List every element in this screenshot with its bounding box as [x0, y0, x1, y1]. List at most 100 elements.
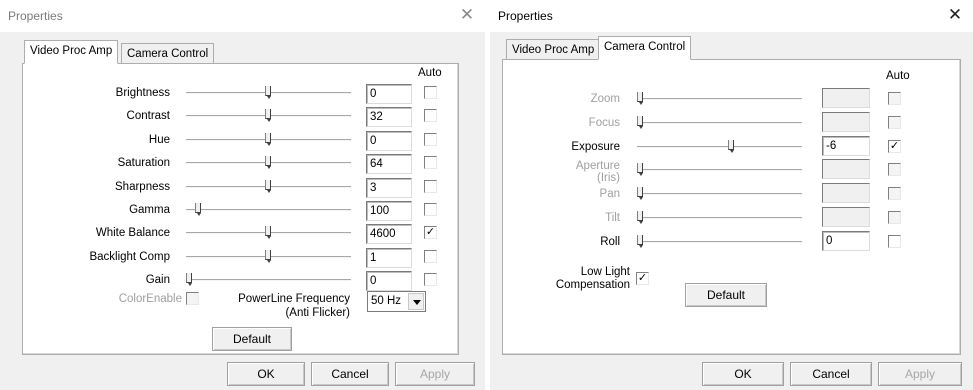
brightness-value-field[interactable]: 0	[366, 84, 412, 104]
pan-slider	[637, 187, 802, 200]
backlight-comp-slider-thumb[interactable]	[265, 250, 271, 263]
roll-auto-checkbox[interactable]	[888, 235, 901, 248]
saturation-value-field[interactable]: 64	[366, 154, 412, 174]
low-light-compensation-checkbox[interactable]: ✓	[636, 272, 649, 285]
white-balance-slider[interactable]	[186, 226, 351, 239]
exposure-value-field[interactable]: -6	[822, 136, 870, 156]
gamma-value-field[interactable]: 100	[366, 201, 412, 221]
hue-slider[interactable]	[186, 133, 351, 146]
aperture-slider	[637, 163, 802, 176]
gain-auto-checkbox[interactable]	[424, 273, 437, 286]
color-enable-label: ColorEnable	[118, 293, 182, 305]
zoom-value-field	[822, 88, 870, 108]
color-enable-checkbox[interactable]	[186, 292, 199, 305]
default-button[interactable]: Default	[685, 283, 767, 307]
zoom-label: Zoom	[590, 93, 620, 105]
roll-value-field[interactable]: 0	[822, 231, 870, 251]
ok-button[interactable]: OK	[702, 362, 784, 386]
focus-slider-thumb	[637, 116, 643, 129]
exposure-label: Exposure	[571, 141, 620, 153]
powerline-frequency-label: PowerLine Frequency	[238, 293, 350, 305]
hue-auto-checkbox[interactable]	[424, 133, 437, 146]
white-balance-value-field[interactable]: 4600	[366, 224, 412, 244]
exposure-slider-thumb[interactable]	[728, 140, 734, 153]
properties-dialog-camera: Properties ✕ Video Proc Amp Camera Contr…	[490, 0, 973, 390]
contrast-value-field[interactable]: 32	[366, 107, 412, 127]
hue-value-field[interactable]: 0	[366, 131, 412, 151]
backlight-comp-auto-checkbox[interactable]	[424, 250, 437, 263]
gamma-slider-thumb[interactable]	[195, 203, 201, 216]
tilt-label: Tilt	[605, 212, 620, 224]
close-icon[interactable]: ✕	[455, 4, 479, 26]
tilt-value-field	[822, 207, 870, 227]
exposure-auto-checkbox[interactable]: ✓	[888, 140, 901, 153]
cancel-button[interactable]: Cancel	[311, 362, 389, 386]
roll-slider-thumb[interactable]	[637, 235, 643, 248]
exposure-slider[interactable]	[637, 140, 802, 153]
backlight-comp-slider[interactable]	[186, 250, 351, 263]
powerline-sub-label: (Anti Flicker)	[285, 307, 350, 319]
tab-camera-control[interactable]: Camera Control	[121, 43, 215, 64]
aperture-value-field	[822, 159, 870, 179]
tab-camera-control[interactable]: Camera Control	[598, 36, 692, 60]
apply-button: Apply	[395, 362, 475, 386]
tilt-slider-thumb	[637, 211, 643, 224]
pan-value-field	[822, 183, 870, 203]
focus-label: Focus	[588, 117, 620, 129]
properties-dialog-video: Properties ✕ Video Proc Amp Camera Contr…	[0, 0, 485, 390]
saturation-slider-thumb[interactable]	[265, 156, 271, 169]
cancel-button[interactable]: Cancel	[790, 362, 872, 386]
gamma-auto-checkbox[interactable]	[424, 203, 437, 216]
gain-value-field[interactable]: 0	[366, 271, 412, 291]
low-light-label-line1: Low Light	[580, 266, 630, 278]
pan-slider-thumb	[637, 187, 643, 200]
gamma-slider[interactable]	[186, 203, 351, 216]
contrast-slider[interactable]	[186, 109, 351, 122]
gain-label: Gain	[145, 274, 170, 286]
chevron-down-icon[interactable]	[408, 293, 424, 310]
roll-slider[interactable]	[637, 235, 802, 248]
gain-slider-thumb[interactable]	[186, 273, 192, 286]
title-bar: Properties ✕	[490, 0, 973, 32]
contrast-auto-checkbox[interactable]	[424, 109, 437, 122]
brightness-label: Brightness	[115, 87, 170, 99]
white-balance-auto-checkbox[interactable]: ✓	[424, 226, 437, 239]
backlight-comp-label: Backlight Comp	[89, 251, 170, 263]
tab-video-proc-amp[interactable]: Video Proc Amp	[506, 39, 601, 60]
auto-header: Auto	[418, 67, 442, 79]
gain-slider[interactable]	[186, 273, 351, 286]
sharpness-auto-checkbox[interactable]	[424, 180, 437, 193]
saturation-label: Saturation	[117, 157, 170, 169]
gamma-label: Gamma	[129, 204, 170, 216]
default-button[interactable]: Default	[212, 327, 292, 351]
roll-label: Roll	[600, 236, 620, 248]
white-balance-slider-thumb[interactable]	[265, 226, 271, 239]
pan-label: Pan	[599, 188, 620, 200]
hue-slider-thumb[interactable]	[265, 133, 271, 146]
powerline-value: 50 Hz	[371, 295, 402, 307]
dialog-title: Properties	[498, 9, 553, 23]
focus-auto-checkbox	[888, 116, 901, 129]
brightness-slider-thumb[interactable]	[265, 86, 271, 99]
brightness-auto-checkbox[interactable]	[424, 86, 437, 99]
saturation-slider[interactable]	[186, 156, 351, 169]
sharpness-value-field[interactable]: 3	[366, 178, 412, 198]
backlight-comp-value-field[interactable]: 1	[366, 248, 412, 268]
auto-header: Auto	[886, 70, 910, 82]
focus-slider	[637, 116, 802, 129]
focus-value-field	[822, 112, 870, 132]
ok-button[interactable]: OK	[227, 362, 305, 386]
aperture-slider-thumb	[637, 163, 643, 176]
contrast-slider-thumb[interactable]	[265, 109, 271, 122]
dialog-title: Properties	[8, 9, 63, 23]
tilt-slider	[637, 211, 802, 224]
saturation-auto-checkbox[interactable]	[424, 156, 437, 169]
sharpness-slider[interactable]	[186, 180, 351, 193]
aperture-auto-checkbox	[888, 163, 901, 176]
brightness-slider[interactable]	[186, 86, 351, 99]
low-light-label-line2: Compensation	[555, 279, 630, 291]
sharpness-slider-thumb[interactable]	[265, 180, 271, 193]
tab-video-proc-amp[interactable]: Video Proc Amp	[24, 40, 119, 64]
powerline-frequency-select[interactable]: 50 Hz	[367, 291, 426, 312]
close-icon[interactable]: ✕	[943, 4, 967, 26]
